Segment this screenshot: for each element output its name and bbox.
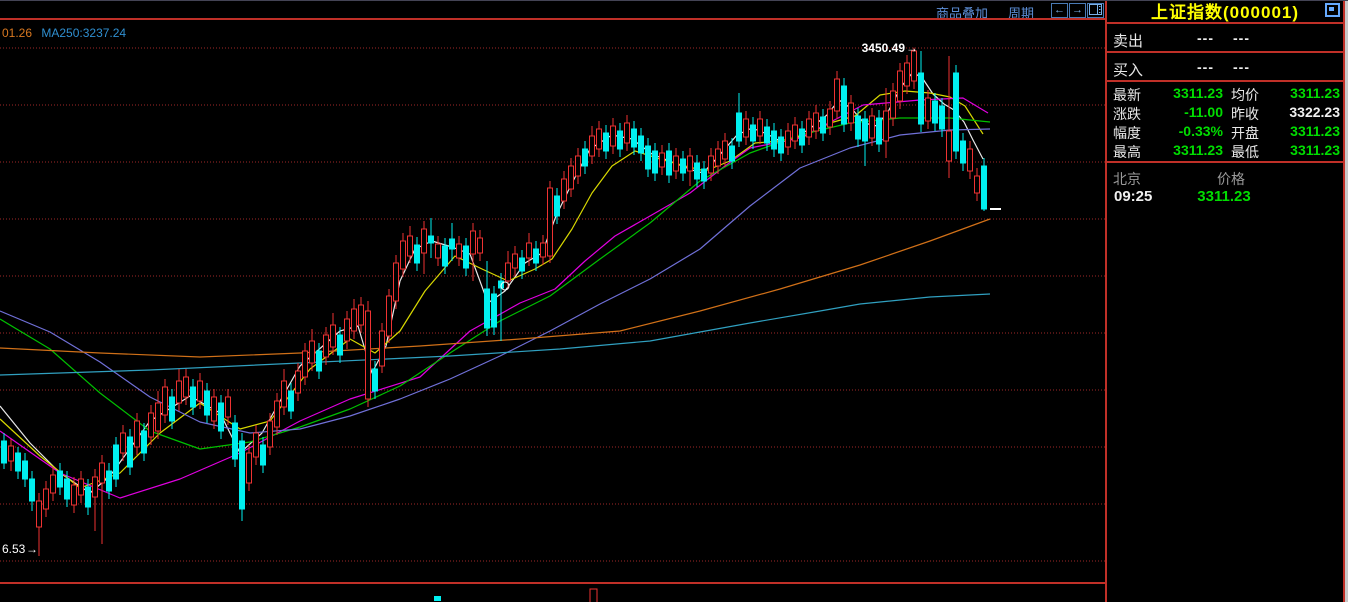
ma-green <box>0 118 990 449</box>
chart-bottom-border <box>0 582 1105 584</box>
high-label: 最高 <box>1113 142 1141 162</box>
latest-value: 3311.23 <box>1145 85 1223 101</box>
sell-volume-value: --- <box>1233 30 1250 46</box>
quote-row-change: 涨跌 -11.00 昨收 3322.23 <box>1107 102 1343 121</box>
quote-panel-header: 上证指数(000001) <box>1107 1 1343 24</box>
ma250-label: MA250:3237.24 <box>41 26 126 40</box>
maximize-icon[interactable] <box>1325 3 1340 17</box>
ma-periwinkle <box>0 129 990 433</box>
quote-row-highlow: 最高 3311.23 最低 3311.23 <box>1107 140 1343 159</box>
low-label: 最低 <box>1231 142 1259 162</box>
candles <box>2 48 987 556</box>
sell-row: 卖出 --- --- <box>1107 24 1343 53</box>
tape-time-value: 09:25 <box>1114 188 1152 205</box>
high-arrow-icon: → <box>906 41 918 55</box>
scroll-right-button[interactable]: → <box>1069 3 1086 18</box>
ma120-label-clipped: 01.26 <box>2 26 32 40</box>
chart-top-border <box>0 18 1105 20</box>
sell-price-value: --- <box>1197 30 1214 46</box>
high-value: 3311.23 <box>1145 142 1223 158</box>
scroll-left-button[interactable]: ← <box>1051 3 1068 18</box>
quote-row-range: 幅度 -0.33% 开盘 3311.23 <box>1107 121 1343 140</box>
sell-label: 卖出 <box>1113 30 1143 51</box>
split-pane-icon <box>1089 4 1102 15</box>
tape-header-row: 北京 价格 <box>1107 165 1343 187</box>
trading-app-window: 3450.49→6.53→ 商品叠加 周期 ← → 01.26 MA250:32… <box>0 0 1348 602</box>
buy-price-value: --- <box>1197 59 1214 75</box>
split-view-button[interactable] <box>1087 3 1104 18</box>
open-value: 3311.23 <box>1261 123 1340 139</box>
kline-chart-pane: 3450.49→6.53→ 商品叠加 周期 ← → 01.26 MA250:32… <box>0 1 1105 602</box>
chart-toolbar: 商品叠加 周期 ← → <box>0 1 1105 18</box>
tape-price-header: 价格 <box>1217 169 1245 189</box>
quote-row-latest: 最新 3311.23 均价 3311.23 <box>1107 83 1343 102</box>
ma-orange <box>0 219 990 357</box>
change-value: -11.00 <box>1145 104 1223 120</box>
volume-bar <box>590 589 597 602</box>
ma-white <box>0 72 983 493</box>
instrument-title: 上证指数(000001) <box>1107 1 1343 24</box>
low-value: 3311.23 <box>1261 142 1340 158</box>
prev-close-value: 3322.23 <box>1261 104 1340 120</box>
tape-price-value: 3311.23 <box>1191 188 1257 205</box>
low-arrow-icon: → <box>26 542 38 556</box>
quote-panel: 上证指数(000001) 卖出 --- --- 买入 --- --- 最新 33… <box>1105 1 1345 602</box>
avg-price-value: 3311.23 <box>1261 85 1340 101</box>
quote-stats-block: 最新 3311.23 均价 3311.23 涨跌 -11.00 昨收 3322.… <box>1107 82 1343 163</box>
volume-bar <box>434 596 441 601</box>
tape-row: 09:25 3311.23 <box>1107 187 1343 207</box>
buy-row: 买入 --- --- <box>1107 53 1343 82</box>
buy-label: 买入 <box>1113 59 1143 80</box>
high-price-annotation: 3450.49 <box>862 41 906 55</box>
tape-time-header: 北京 <box>1113 169 1141 189</box>
low-price-annotation: 6.53 <box>2 542 26 556</box>
range-pct-value: -0.33% <box>1145 123 1223 139</box>
buy-volume-value: --- <box>1233 59 1250 75</box>
candlestick-chart-canvas[interactable]: 3450.49→6.53→ <box>0 1 1105 602</box>
ma-indicator-labels: 01.26 MA250:3237.24 <box>2 26 126 40</box>
